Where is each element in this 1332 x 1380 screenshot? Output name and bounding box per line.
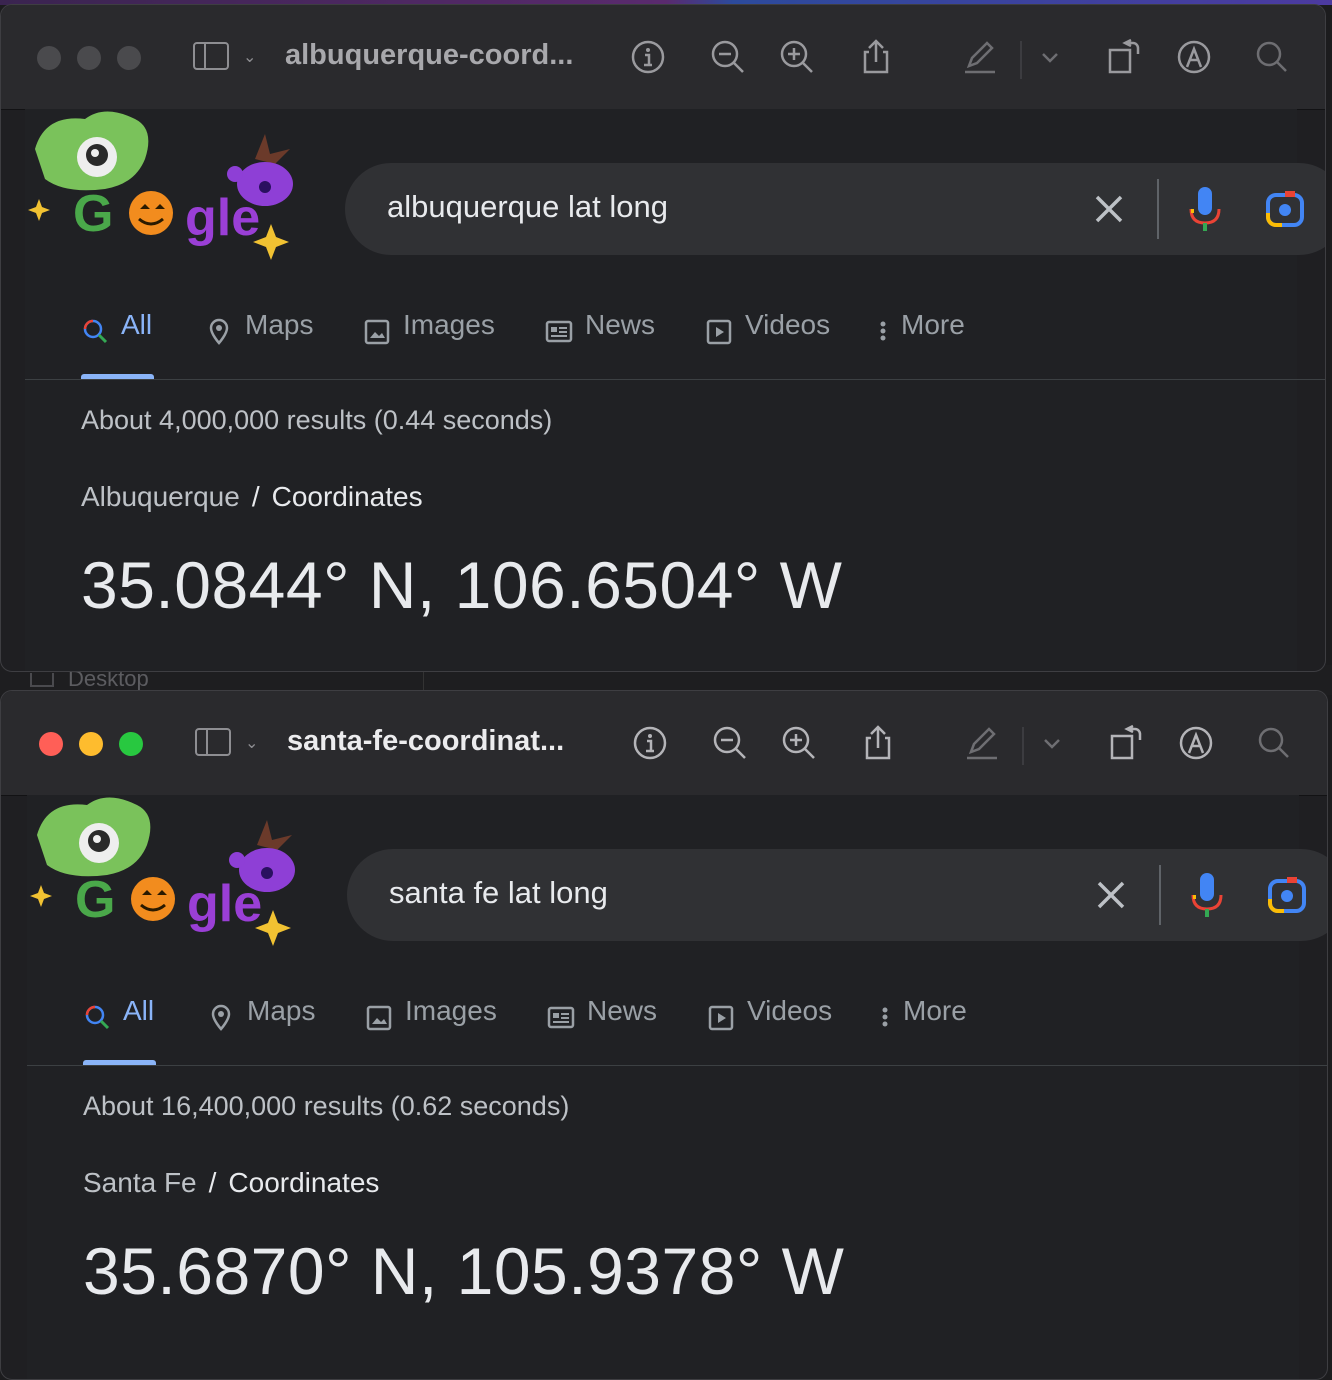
breadcrumb-place[interactable]: Albuquerque [81, 481, 240, 512]
google-lens-icon[interactable] [1267, 873, 1307, 917]
tab-maps[interactable]: Maps [205, 309, 313, 379]
search-box[interactable]: santa fe lat long [347, 849, 1327, 941]
searchbox-divider [1157, 179, 1159, 239]
svg-text:gle: gle [187, 875, 262, 933]
svg-text:gle: gle [185, 189, 260, 247]
background-divider [423, 670, 424, 690]
sidebar-toggle-icon[interactable] [193, 42, 229, 70]
tab-news[interactable]: News [547, 995, 657, 1065]
breadcrumb-separator: / [251, 481, 260, 512]
breadcrumb-topic: Coordinates [271, 481, 423, 512]
search-icon [83, 319, 108, 344]
markup-circle-icon[interactable] [1175, 38, 1213, 76]
search-icon[interactable] [1255, 724, 1293, 762]
search-tabs: All Maps Images News Videos More [83, 995, 1327, 1065]
result-stats: About 16,400,000 results (0.62 seconds) [83, 1091, 570, 1121]
chevron-down-icon[interactable] [1031, 38, 1069, 76]
close-window-button[interactable] [37, 46, 61, 70]
breadcrumb-topic: Coordinates [228, 1167, 380, 1198]
tab-videos[interactable]: Videos [707, 995, 832, 1065]
close-icon[interactable] [1091, 875, 1131, 915]
google-lens-icon[interactable] [1265, 187, 1305, 231]
document-content: G gle albuquerque lat long All Maps Imag… [25, 109, 1325, 671]
zoom-in-icon[interactable] [778, 38, 816, 76]
search-input[interactable]: albuquerque lat long [387, 189, 668, 225]
markup-circle-icon[interactable] [1177, 724, 1215, 762]
microphone-icon[interactable] [1187, 871, 1227, 921]
result-stats: About 4,000,000 results (0.44 seconds) [81, 405, 553, 435]
more-vert-icon [880, 321, 886, 341]
minimize-window-button[interactable] [77, 46, 101, 70]
tab-images[interactable]: Images [365, 995, 497, 1065]
svg-text:G: G [75, 871, 115, 929]
document-content: G gle santa fe lat long All Maps Images [27, 795, 1327, 1379]
preview-window-santa-fe[interactable]: ⌄ santa-fe-coordinat... G gle santa fe l… [0, 690, 1328, 1380]
search-input[interactable]: santa fe lat long [389, 875, 608, 911]
folder-icon [30, 673, 54, 688]
share-icon[interactable] [857, 38, 895, 76]
tabs-divider [25, 379, 1325, 380]
markup-pen-icon[interactable] [963, 724, 1001, 762]
toolbar-divider [1020, 41, 1022, 79]
image-icon [366, 1005, 392, 1031]
zoom-window-button[interactable] [117, 46, 141, 70]
window-titlebar[interactable]: ⌄ santa-fe-coordinat... [1, 691, 1327, 796]
close-window-button[interactable] [39, 732, 63, 756]
close-icon[interactable] [1089, 189, 1129, 229]
breadcrumb: Santa Fe / Coordinates [83, 1167, 379, 1199]
searchbox-divider [1159, 865, 1161, 925]
microphone-icon[interactable] [1185, 185, 1225, 235]
zoom-window-button[interactable] [119, 732, 143, 756]
search-icon [85, 1005, 110, 1030]
tab-all[interactable]: All [83, 995, 156, 1065]
google-doodle-logo[interactable]: G gle [27, 795, 327, 955]
map-pin-icon [211, 1004, 231, 1031]
tab-videos[interactable]: Videos [705, 309, 830, 379]
zoom-in-icon[interactable] [780, 724, 818, 762]
search-tabs: All Maps Images News Videos More [81, 309, 1325, 379]
tab-more[interactable]: More [879, 995, 967, 1065]
zoom-out-icon[interactable] [709, 38, 747, 76]
info-icon[interactable] [631, 724, 669, 762]
chevron-down-icon[interactable] [1033, 724, 1071, 762]
image-icon [364, 319, 390, 345]
tab-images[interactable]: Images [363, 309, 495, 379]
toolbar-divider [1022, 727, 1024, 765]
chevron-down-icon[interactable]: ⌄ [245, 733, 258, 753]
zoom-out-icon[interactable] [711, 724, 749, 762]
rotate-icon[interactable] [1107, 724, 1145, 762]
tab-all[interactable]: All [81, 309, 154, 379]
news-icon [547, 1006, 575, 1029]
more-vert-icon [882, 1007, 888, 1027]
search-box[interactable]: albuquerque lat long [345, 163, 1325, 255]
chevron-down-icon[interactable]: ⌄ [243, 47, 256, 67]
google-doodle-logo[interactable]: G gle [25, 109, 325, 269]
window-titlebar[interactable]: ⌄ albuquerque-coord... [1, 5, 1325, 110]
minimize-window-button[interactable] [79, 732, 103, 756]
search-icon[interactable] [1253, 38, 1291, 76]
tab-more[interactable]: More [877, 309, 965, 379]
window-title: albuquerque-coord... [285, 39, 574, 71]
video-icon [706, 319, 732, 345]
breadcrumb-separator: / [208, 1167, 217, 1198]
preview-window-albuquerque[interactable]: ⌄ albuquerque-coord... G gle albuquerque… [0, 4, 1326, 672]
breadcrumb: Albuquerque / Coordinates [81, 481, 423, 513]
markup-pen-icon[interactable] [961, 38, 999, 76]
tab-news[interactable]: News [545, 309, 655, 379]
video-icon [708, 1005, 734, 1031]
coordinates-answer: 35.0844° N, 106.6504° W [81, 548, 843, 622]
map-pin-icon [209, 318, 229, 345]
breadcrumb-place[interactable]: Santa Fe [83, 1167, 197, 1198]
share-icon[interactable] [859, 724, 897, 762]
coordinates-answer: 35.6870° N, 105.9378° W [83, 1234, 845, 1308]
sidebar-toggle-icon[interactable] [195, 728, 231, 756]
svg-text:G: G [73, 185, 113, 243]
tab-maps[interactable]: Maps [207, 995, 315, 1065]
news-icon [545, 320, 573, 343]
info-icon[interactable] [629, 38, 667, 76]
window-title: santa-fe-coordinat... [287, 725, 565, 757]
rotate-icon[interactable] [1105, 38, 1143, 76]
tabs-divider [27, 1065, 1327, 1066]
